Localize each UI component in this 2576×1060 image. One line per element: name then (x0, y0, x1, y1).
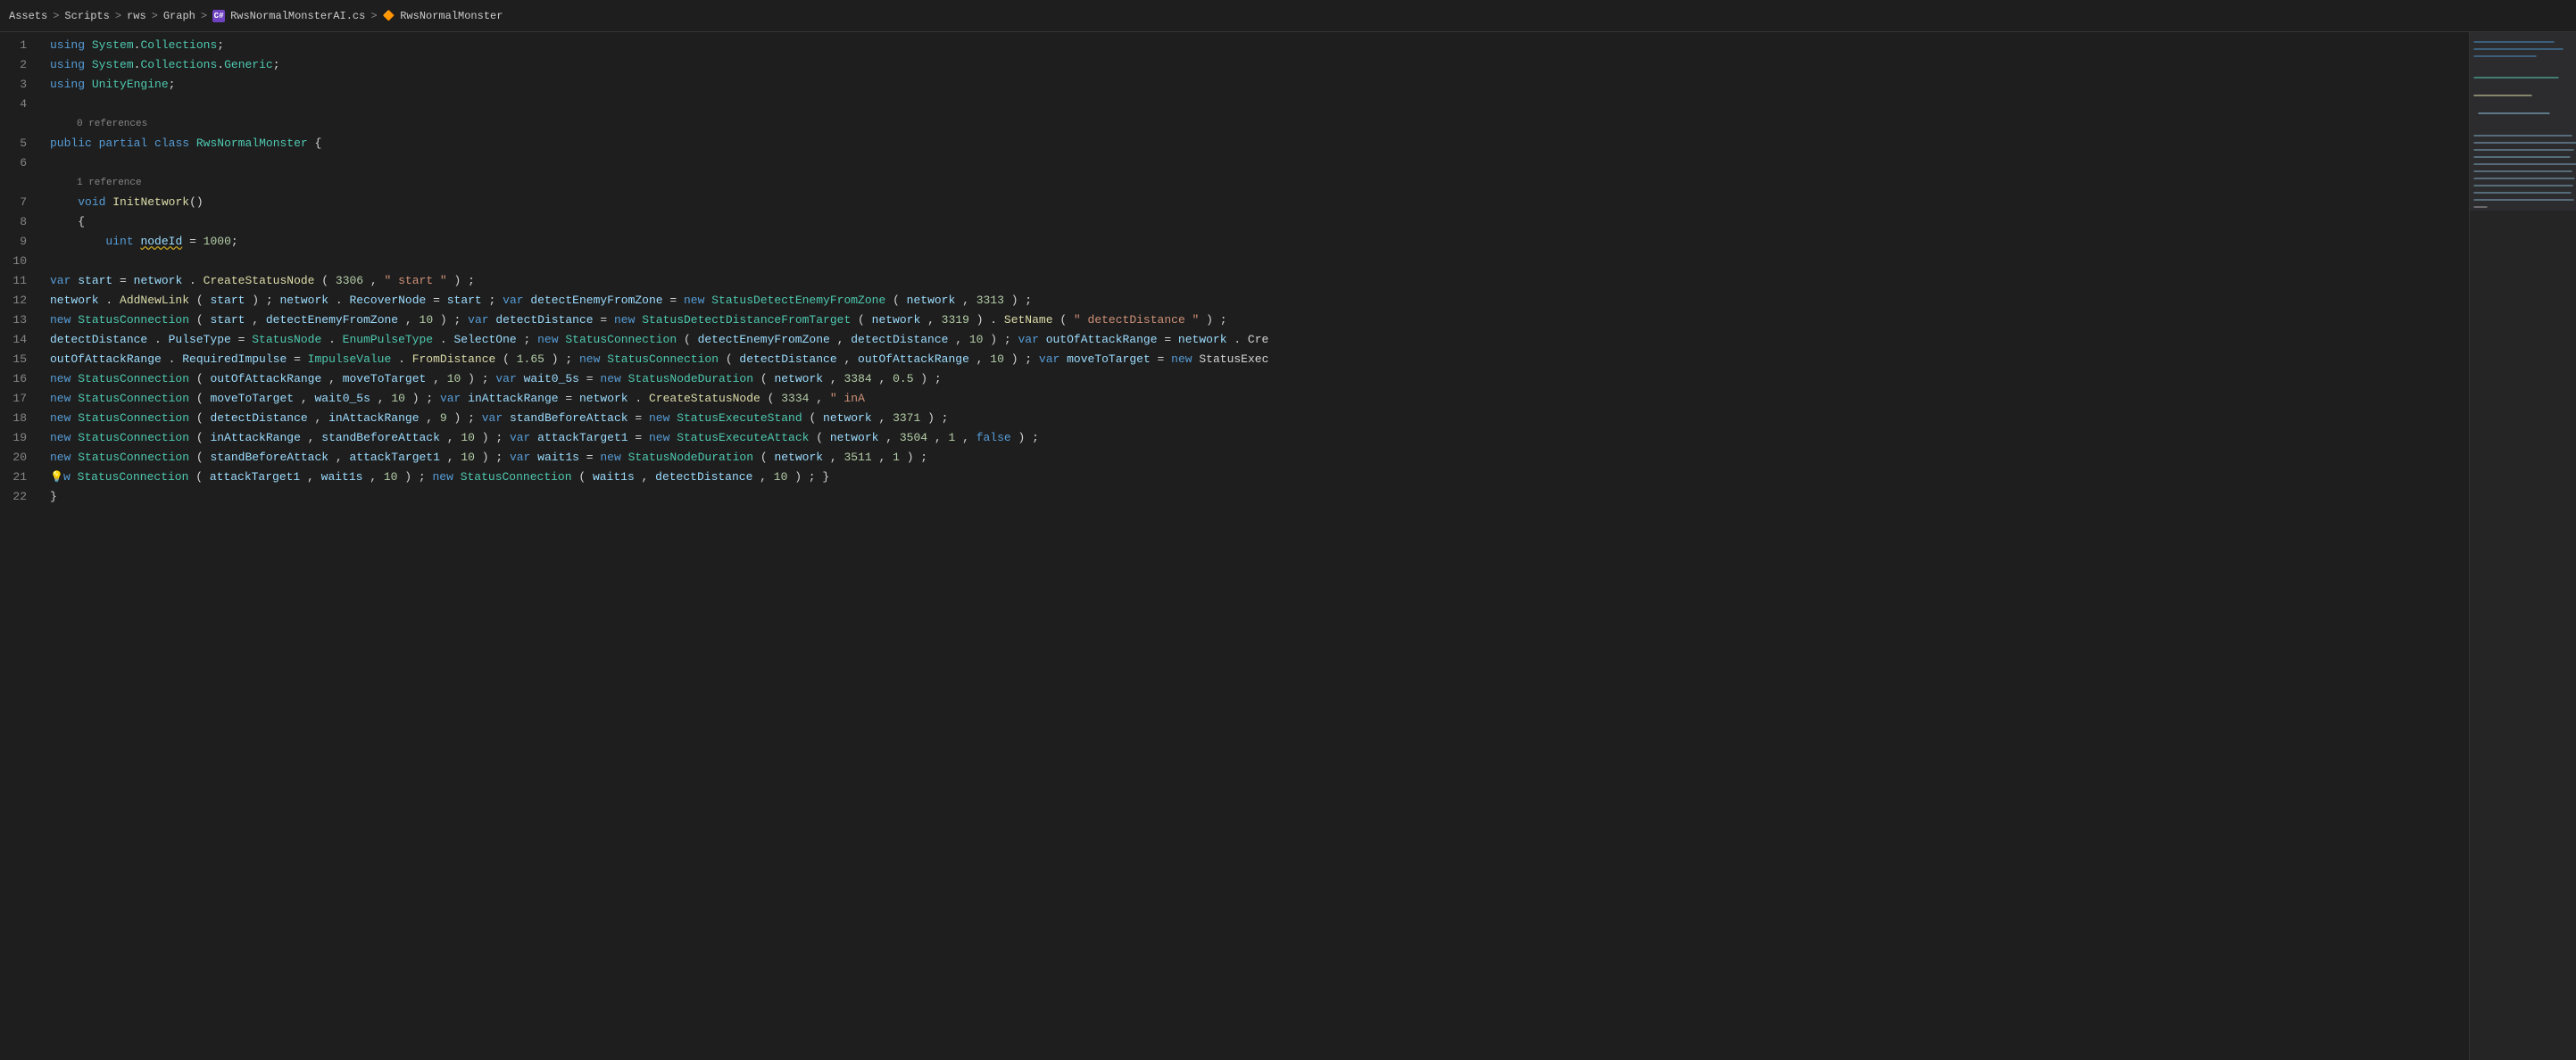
meta-0-references: 0 references (50, 114, 2469, 134)
meta-1-reference: 1 reference (50, 173, 2469, 193)
code-line-8: { (50, 212, 2469, 232)
bc-assets[interactable]: Assets (9, 10, 47, 22)
bc-graph[interactable]: Graph (163, 10, 195, 22)
code-line-10 (50, 252, 2469, 271)
csharp-file-icon: C# (212, 10, 225, 22)
code-line-14: detectDistance . PulseType = StatusNode … (50, 330, 2469, 350)
code-line-13: new StatusConnection ( start , detectEne… (50, 311, 2469, 330)
bc-scripts[interactable]: Scripts (64, 10, 109, 22)
code-line-21: 💡w StatusConnection ( attackTarget1 , wa… (50, 468, 2469, 487)
bc-rws[interactable]: rws (127, 10, 146, 22)
code-line-12: network . AddNewLink ( start ) ; network… (50, 291, 2469, 311)
minimap-preview (2470, 32, 2576, 1060)
code-line-15: outOfAttackRange . RequiredImpulse = Imp… (50, 350, 2469, 369)
code-line-1: using System.Collections; (50, 36, 2469, 55)
code-line-5: public partial class RwsNormalMonster { (50, 134, 2469, 153)
code-line-20: new StatusConnection ( standBeforeAttack… (50, 448, 2469, 468)
breadcrumb-bar: Assets > Scripts > rws > Graph > C# RwsN… (0, 0, 2576, 32)
code-line-19: new StatusConnection ( inAttackRange , s… (50, 428, 2469, 448)
code-line-22: } (50, 487, 2469, 507)
code-line-11: var start = network . CreateStatusNode (… (50, 271, 2469, 291)
code-line-9: uint nodeId = 1000; (50, 232, 2469, 252)
bc-classname[interactable]: RwsNormalMonster (400, 10, 503, 22)
code-line-16: new StatusConnection ( outOfAttackRange … (50, 369, 2469, 389)
code-line-17: new StatusConnection ( moveToTarget , wa… (50, 389, 2469, 409)
bc-filename[interactable]: RwsNormalMonsterAI.cs (230, 10, 365, 22)
code-line-4 (50, 95, 2469, 114)
code-line-2: using System.Collections.Generic; (50, 55, 2469, 75)
code-area: 1 2 3 4 5 6 7 8 9 10 11 12 13 14 15 16 1… (0, 32, 2576, 1060)
code-content[interactable]: using System.Collections; using System.C… (36, 32, 2469, 1060)
code-line-6 (50, 153, 2469, 173)
class-icon: 🔶 (383, 10, 395, 22)
code-line-3: using UnityEngine; (50, 75, 2469, 95)
code-line-18: new StatusConnection ( detectDistance , … (50, 409, 2469, 428)
code-line-7: void InitNetwork() (50, 193, 2469, 212)
line-numbers: 1 2 3 4 5 6 7 8 9 10 11 12 13 14 15 16 1… (0, 32, 36, 1060)
minimap (2469, 32, 2576, 1060)
